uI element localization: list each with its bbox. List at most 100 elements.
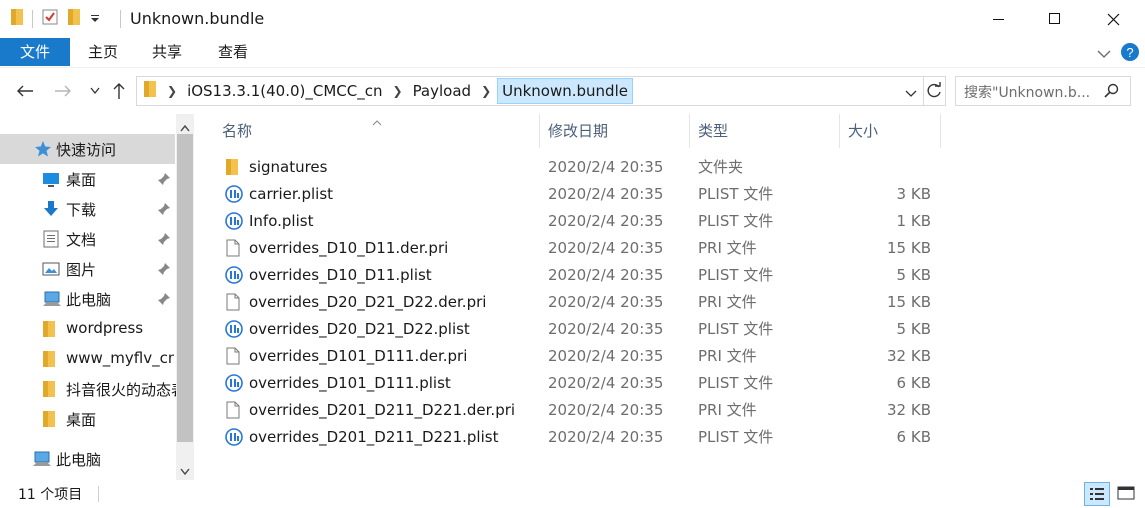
file-row[interactable]: overrides_D201_D211_D221.der.pri 2020/2/4… xyxy=(215,397,945,424)
new-folder-icon[interactable] xyxy=(67,8,81,30)
column-header-date[interactable]: 修改日期 xyxy=(548,114,608,148)
file-date: 2020/2/4 20:35 xyxy=(548,239,664,257)
breadcrumb-item[interactable]: Payload xyxy=(409,79,476,103)
minimize-button[interactable] xyxy=(970,0,1028,38)
sidebar-item-label: wordpress xyxy=(66,319,144,337)
expand-ribbon-icon[interactable] xyxy=(1097,45,1111,63)
file-row[interactable]: overrides_D20_D21_D22.der.pri 2020/2/4 20… xyxy=(215,289,945,316)
column-divider[interactable] xyxy=(539,114,540,148)
customize-toolbar-icon[interactable] xyxy=(89,10,101,28)
column-header-name[interactable]: 名称 xyxy=(222,114,252,148)
pin-icon[interactable] xyxy=(157,202,171,216)
file-name: overrides_D101_D111.der.pri xyxy=(249,347,468,365)
sidebar-item-douyin[interactable]: 抖音很火的动态表 xyxy=(0,374,176,404)
chevron-right-icon[interactable]: ❯ xyxy=(475,84,497,98)
scrollbar-thumb[interactable] xyxy=(177,134,193,442)
pin-icon[interactable] xyxy=(157,292,171,306)
breadcrumb-item-current[interactable]: Unknown.bundle xyxy=(497,78,633,104)
file-icon xyxy=(225,401,243,419)
file-type: PRI 文件 xyxy=(698,401,757,419)
navigation-pane: 快速访问 桌面 下载 文档 图片 此电脑 wordpress www_myflv… xyxy=(0,114,196,480)
pin-icon[interactable] xyxy=(157,232,171,246)
maximize-button[interactable] xyxy=(1026,0,1084,38)
close-button[interactable] xyxy=(1084,0,1142,38)
column-divider[interactable] xyxy=(940,114,941,148)
file-row[interactable]: signatures 2020/2/4 20:35 文件夹 xyxy=(215,154,945,181)
file-date: 2020/2/4 20:35 xyxy=(548,320,664,338)
tab-home[interactable]: 主页 xyxy=(80,38,126,66)
tab-view[interactable]: 查看 xyxy=(210,38,256,66)
sidebar-scrollbar[interactable] xyxy=(176,114,194,480)
file-size: 6 KB xyxy=(896,428,931,446)
recent-locations-button[interactable] xyxy=(84,80,106,102)
back-button[interactable] xyxy=(14,80,36,102)
plist-icon xyxy=(225,320,243,338)
refresh-icon[interactable] xyxy=(925,82,943,104)
tab-file[interactable]: 文件 xyxy=(0,38,70,66)
properties-icon[interactable] xyxy=(41,8,59,30)
sidebar-item-quick-access[interactable]: 快速访问 xyxy=(0,134,175,164)
folder-icon xyxy=(10,8,24,30)
tab-share[interactable]: 共享 xyxy=(144,38,190,66)
chevron-right-icon[interactable]: ❯ xyxy=(387,84,409,98)
sidebar-item-downloads[interactable]: 下载 xyxy=(0,194,175,224)
folder-icon xyxy=(42,320,60,338)
column-header-type[interactable]: 类型 xyxy=(698,114,728,148)
sidebar-item-desktop-folder[interactable]: 桌面 xyxy=(0,404,175,434)
file-date: 2020/2/4 20:35 xyxy=(548,212,664,230)
details-view-button[interactable] xyxy=(1084,482,1110,506)
file-row[interactable]: overrides_D10_D11.der.pri 2020/2/4 20:35 P… xyxy=(215,235,945,262)
file-type: PLIST 文件 xyxy=(698,212,774,230)
search-input[interactable]: 搜索"Unknown.b... xyxy=(964,82,1090,102)
breadcrumb-item[interactable]: iOS13.3.1(40.0)_CMCC_cn xyxy=(183,79,386,103)
file-type: PLIST 文件 xyxy=(698,374,774,392)
breadcrumb: ❯ iOS13.3.1(40.0)_CMCC_cn ❯ Payload ❯ Un… xyxy=(137,77,633,105)
item-count: 11 个项目 xyxy=(18,487,83,503)
file-row[interactable]: overrides_D10_D11.plist 2020/2/4 20:35 PLI… xyxy=(215,262,945,289)
file-row[interactable]: overrides_D201_D211_D221.plist 2020/2/4 2… xyxy=(215,424,945,451)
sidebar-item-myflv[interactable]: www_myflv_cn_ xyxy=(0,344,175,374)
column-divider[interactable] xyxy=(689,114,690,148)
sidebar-item-label: 文档 xyxy=(66,231,97,249)
search-icon[interactable] xyxy=(1104,83,1120,103)
column-header-size[interactable]: 大小 xyxy=(848,114,878,148)
scroll-down-icon[interactable] xyxy=(180,462,190,480)
arrow-left-icon xyxy=(17,85,33,97)
column-divider[interactable] xyxy=(839,114,840,148)
search-box[interactable]: 搜索"Unknown.b... xyxy=(955,76,1131,106)
address-bar[interactable]: ❯ iOS13.3.1(40.0)_CMCC_cn ❯ Payload ❯ Un… xyxy=(136,76,946,106)
file-row[interactable]: carrier.plist 2020/2/4 20:35 PLIST 文件 3 KB xyxy=(215,181,945,208)
sidebar-item-label: 下载 xyxy=(66,201,97,219)
sidebar-item-pictures[interactable]: 图片 xyxy=(0,254,175,284)
sidebar-item-label: 图片 xyxy=(66,261,97,279)
file-row[interactable]: overrides_D101_D111.plist 2020/2/4 20:35 P… xyxy=(215,370,945,397)
pin-icon[interactable] xyxy=(157,172,171,186)
file-row[interactable]: overrides_D101_D111.der.pri 2020/2/4 20:3… xyxy=(215,343,945,370)
plist-icon xyxy=(225,428,243,446)
pin-icon[interactable] xyxy=(157,262,171,276)
sidebar-item-wordpress[interactable]: wordpress xyxy=(0,314,175,344)
sidebar-item-desktop[interactable]: 桌面 xyxy=(0,164,175,194)
file-name: carrier.plist xyxy=(249,185,334,203)
pictures-icon xyxy=(42,260,60,278)
sidebar-item-documents[interactable]: 文档 xyxy=(0,224,175,254)
close-icon xyxy=(1107,13,1119,25)
large-icons-view-button[interactable] xyxy=(1114,482,1140,506)
sidebar-item-label: 桌面 xyxy=(66,411,97,429)
sidebar-item-label: 此电脑 xyxy=(56,451,102,469)
sidebar-item-label: 抖音很火的动态表 xyxy=(66,381,176,399)
file-row[interactable]: overrides_D20_D21_D22.plist 2020/2/4 20:3… xyxy=(215,316,945,343)
minimize-icon xyxy=(993,19,1004,20)
folder-icon xyxy=(225,158,243,176)
sidebar-item-this-pc-pinned[interactable]: 此电脑 xyxy=(0,284,175,314)
up-button[interactable] xyxy=(108,80,130,102)
chevron-right-icon[interactable]: ❯ xyxy=(161,84,183,98)
file-row[interactable]: Info.plist 2020/2/4 20:35 PLIST 文件 1 KB xyxy=(215,208,945,235)
plist-icon xyxy=(225,374,243,392)
file-size: 15 KB xyxy=(887,293,931,311)
large-icons-view-icon xyxy=(1117,486,1135,500)
sidebar-item-this-pc[interactable]: 此电脑 xyxy=(0,444,175,474)
forward-button[interactable] xyxy=(52,80,74,102)
help-icon[interactable]: ? xyxy=(1120,42,1140,66)
address-history-icon[interactable] xyxy=(905,85,917,103)
